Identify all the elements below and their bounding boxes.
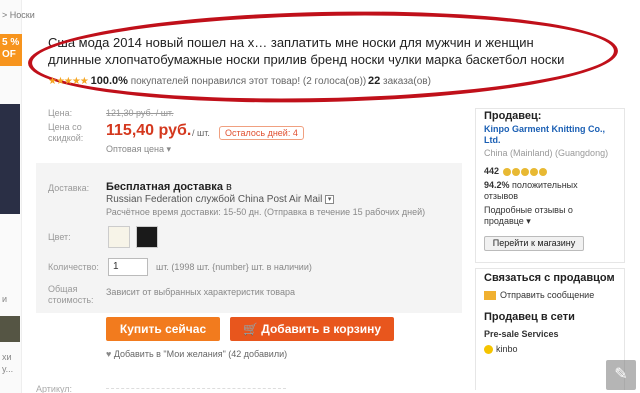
product-thumbnail-small[interactable]: [0, 316, 20, 342]
medal-icon: [520, 167, 529, 176]
shipping-free-text: Бесплатная доставка: [106, 181, 223, 193]
seller-score: 442: [484, 166, 547, 176]
orders-count: 22 заказа(ов): [368, 75, 431, 87]
days-left-badge: Осталось дней: 4: [219, 126, 304, 140]
orders-label: заказа(ов): [383, 76, 431, 87]
cart-icon: 🛒: [242, 322, 258, 336]
article-label: Артикул:: [36, 384, 73, 393]
shipping-time: Расчётное время доставки: 15-50 дн. (Отп…: [106, 207, 426, 217]
seller-name-link[interactable]: Kinpo Garment Knitting Co., Ltd.: [484, 124, 616, 146]
shipping-method: Russian Federation службой China Post Ai…: [106, 194, 335, 205]
quantity-input[interactable]: 1: [108, 258, 148, 276]
wholesale-price-link[interactable]: Оптовая цена ▾: [106, 144, 171, 155]
shipping-free: Бесплатная доставка в: [106, 181, 232, 193]
shipping-dropdown-icon[interactable]: ▾: [325, 194, 335, 204]
online-heading: Продавец в сети: [484, 311, 575, 323]
rating-text[interactable]: покупателей понравился этот товар! (2 го…: [131, 76, 367, 87]
shipping-method-text: Russian Federation службой China Post Ai…: [106, 194, 323, 205]
annotation-oval: [27, 5, 619, 109]
presale-label: Pre-sale Services: [484, 329, 559, 339]
discount-badge: 5 % OF: [0, 34, 22, 66]
color-swatch-black[interactable]: [136, 226, 158, 248]
seller-reviews-link[interactable]: Подробные отзывы о продавце ▾: [484, 205, 614, 227]
price-unit: / шт.: [192, 128, 210, 138]
orders-number: 22: [368, 75, 381, 87]
color-label: Цвет:: [48, 232, 71, 242]
add-to-cart-label: Добавить в корзину: [261, 322, 382, 336]
envelope-icon: [484, 291, 496, 301]
divider: [106, 388, 286, 389]
shipping-to: в: [226, 181, 232, 193]
medal-icon: [529, 167, 538, 176]
discount-price-label: Цена со скидкой:: [48, 122, 84, 143]
rating-row: ★★★★★ 100.0% покупателей понравился этот…: [48, 75, 366, 87]
seller-positive-value: 94.2%: [484, 180, 510, 190]
breadcrumb[interactable]: > Носки: [2, 10, 35, 20]
rating-percent: 100.0%: [90, 75, 128, 87]
pencil-icon[interactable]: ✎: [606, 360, 636, 390]
product-thumbnail[interactable]: [0, 104, 20, 214]
color-swatch-white[interactable]: [108, 226, 130, 248]
send-message-link[interactable]: Отправить сообщение: [484, 290, 595, 301]
seller-positive: 94.2% положительных отзывов: [484, 180, 614, 202]
price-label: Цена:: [48, 108, 73, 118]
chat-agent-name: kinbo: [496, 344, 518, 354]
wishlist-label: Добавить в "Мои желания" (42 добавили): [113, 349, 288, 359]
send-message-label: Отправить сообщение: [500, 290, 595, 300]
quantity-note: шт. (1998 шт. {number} шт. в наличии): [156, 262, 312, 272]
chat-agent-link[interactable]: kinbo: [484, 344, 518, 355]
side-text-c: у...: [2, 364, 14, 374]
chat-status-icon: [484, 345, 493, 355]
seller-heading: Продавец:: [484, 110, 542, 122]
side-text-b: хи: [2, 352, 12, 362]
wishlist-link[interactable]: ♥ Добавить в "Мои желания" (42 добавили): [106, 349, 287, 359]
old-price: 121,30 руб. / шт.: [106, 108, 174, 118]
buy-now-button[interactable]: Купить сейчас: [106, 317, 220, 341]
rating-stars-icon: ★★★★★: [48, 76, 89, 87]
quantity-label: Количество:: [48, 262, 99, 272]
medal-icon: [511, 167, 520, 176]
contact-heading: Связаться с продавцом: [484, 272, 615, 284]
add-to-cart-button[interactable]: 🛒 Добавить в корзину: [230, 317, 394, 341]
seller-score-value: 442: [484, 166, 500, 176]
medal-icon: [538, 167, 547, 176]
seller-location: China (Mainland) (Guangdong): [484, 148, 609, 158]
current-price: 115,40 руб.: [106, 122, 192, 139]
shipping-label: Доставка:: [48, 183, 90, 193]
heart-icon: ♥: [106, 349, 112, 359]
total-label: Общая стоимость:: [48, 284, 94, 305]
medal-icon: [502, 167, 511, 176]
side-text-a: и: [2, 294, 8, 304]
total-note: Зависит от выбранных характеристик товар…: [106, 287, 295, 297]
go-to-store-button[interactable]: Перейти к магазину: [484, 236, 584, 251]
